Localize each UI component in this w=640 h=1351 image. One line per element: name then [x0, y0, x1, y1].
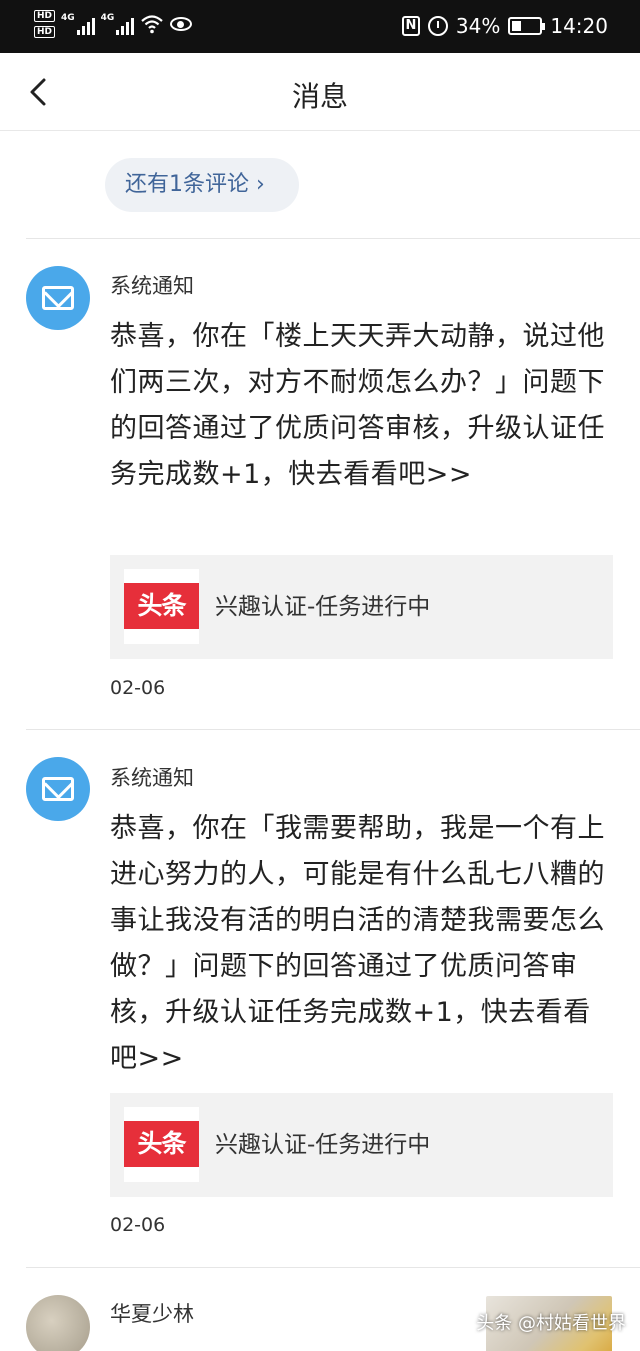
notification-date: 02-06	[110, 677, 166, 699]
notification-date: 02-06	[110, 1214, 166, 1236]
user-avatar[interactable]	[26, 1295, 90, 1351]
signal-icon: 4G	[61, 13, 95, 35]
task-status-text: 兴趣认证-任务进行中	[215, 594, 431, 620]
divider	[26, 238, 640, 239]
battery-percent: 34%	[455, 14, 501, 38]
notification-message[interactable]: 恭喜，你在「楼上天天弄大动静，说过他们两三次，对方不耐烦怎么办？」问题下的回答通…	[110, 314, 610, 498]
alarm-icon	[427, 16, 448, 36]
divider	[26, 1267, 640, 1268]
status-right: N 34% 14:20	[401, 14, 608, 38]
toutiao-logo: 头条	[124, 1107, 199, 1182]
battery-icon	[508, 17, 546, 35]
toutiao-logo: 头条	[124, 569, 199, 644]
task-card[interactable]: 头条 兴趣认证-任务进行中	[110, 555, 613, 659]
hd-indicators: HD HD	[34, 10, 56, 38]
hd-icon: HD	[34, 10, 56, 22]
sender-name[interactable]: 华夏少林	[110, 1298, 194, 1328]
more-comments-button[interactable]: 还有1条评论 ›	[105, 158, 299, 212]
mail-avatar-icon	[26, 266, 90, 330]
status-left: HD HD 4G 4G	[34, 10, 193, 38]
nfc-icon: N	[401, 16, 420, 36]
sender-name: 系统通知	[110, 274, 194, 298]
page-title: 消息	[291, 80, 348, 113]
wifi-icon	[141, 15, 164, 34]
navigation-bar: 消息	[0, 53, 640, 131]
signal-icon: 4G	[101, 13, 135, 35]
mail-avatar-icon	[26, 757, 90, 821]
eye-icon	[170, 17, 193, 31]
notification-message[interactable]: 恭喜，你在「我需要帮助，我是一个有上进心努力的人，可能是有什么乱七八糟的事让我没…	[110, 806, 610, 1082]
clock: 14:20	[550, 14, 608, 38]
status-bar: HD HD 4G 4G N 34% 14:20	[0, 0, 640, 53]
watermark: 头条 @村姑看世界	[476, 1313, 626, 1334]
task-status-text: 兴趣认证-任务进行中	[215, 1132, 431, 1158]
hd-icon: HD	[34, 26, 56, 38]
divider	[26, 729, 640, 730]
task-card[interactable]: 头条 兴趣认证-任务进行中	[110, 1093, 613, 1197]
sender-name: 系统通知	[110, 766, 194, 790]
